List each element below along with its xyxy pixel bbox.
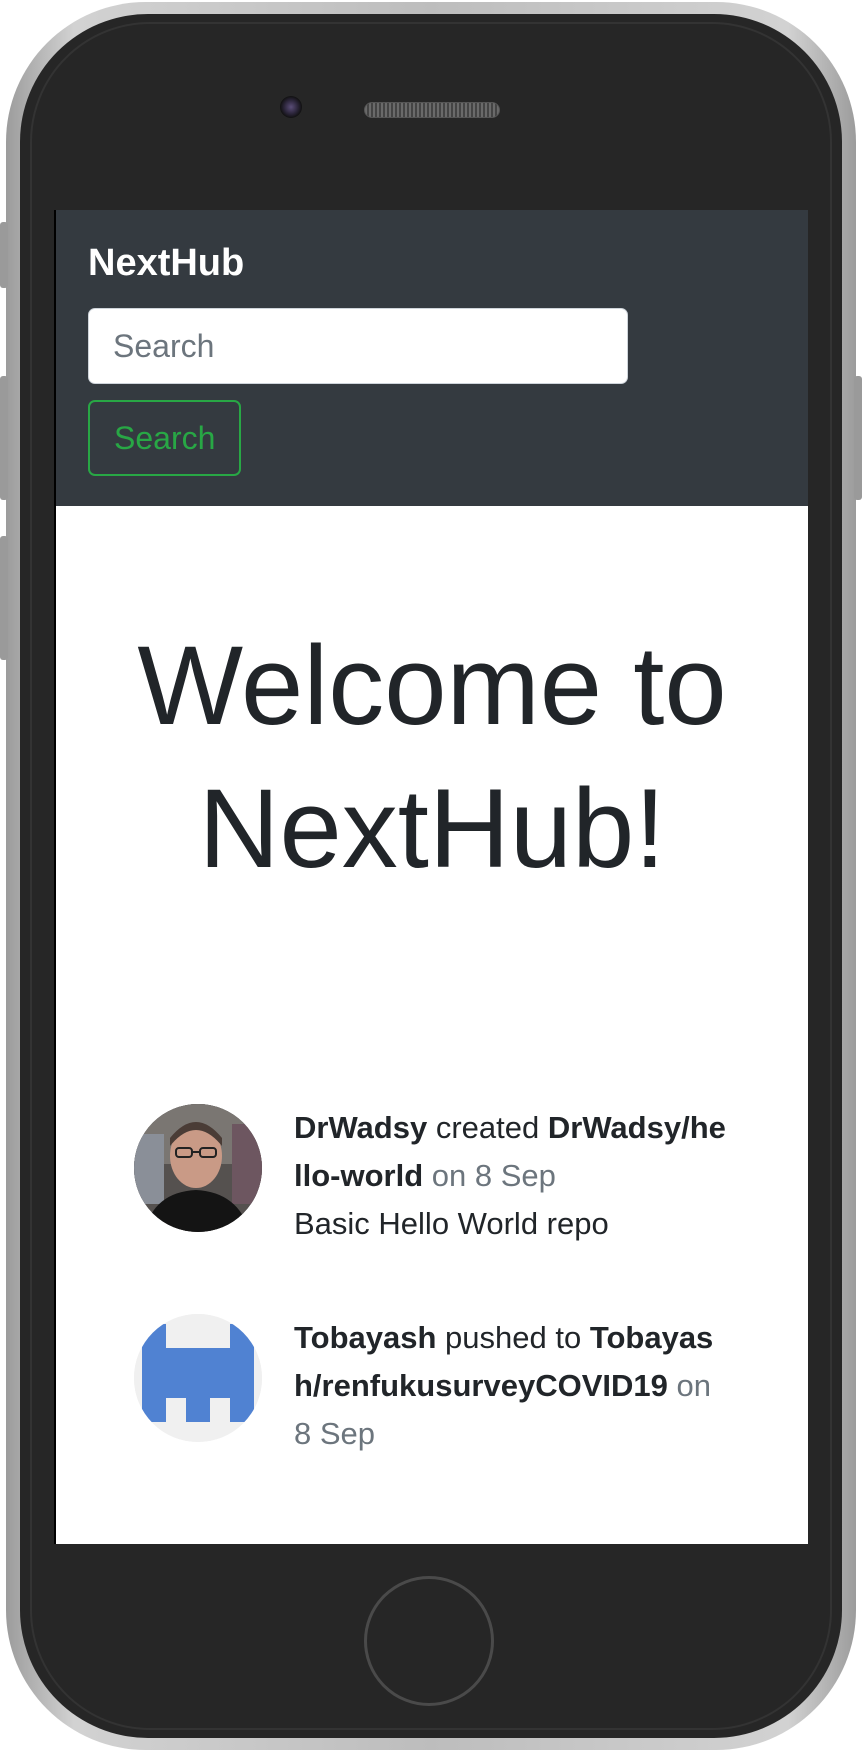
identicon-icon xyxy=(134,1314,262,1442)
home-button[interactable] xyxy=(364,1576,494,1706)
feed-action: created xyxy=(435,1110,540,1145)
feed-item: Tobayash pushed to Tobayash/renfukusurve… xyxy=(134,1314,808,1458)
navbar: NextHub Search xyxy=(56,210,808,506)
front-camera-icon xyxy=(280,96,302,118)
device-screen: NextHub Search Welcome to NextHub! xyxy=(54,210,808,1544)
speaker-grille xyxy=(364,102,500,118)
feed-description: Basic Hello World repo xyxy=(294,1206,609,1241)
page-title: Welcome to NextHub! xyxy=(137,623,727,892)
brand-link[interactable]: NextHub xyxy=(88,244,776,282)
power-button xyxy=(854,376,862,500)
avatar[interactable] xyxy=(134,1314,262,1442)
search-button[interactable]: Search xyxy=(88,400,242,476)
volume-down-button xyxy=(0,536,8,660)
mute-switch xyxy=(0,222,8,288)
volume-up-button xyxy=(0,376,8,500)
feed-action: pushed to xyxy=(445,1320,582,1355)
feed-user-link[interactable]: DrWadsy xyxy=(294,1110,427,1145)
feed-item-text: Tobayash pushed to Tobayash/renfukusurve… xyxy=(294,1314,734,1458)
avatar[interactable] xyxy=(134,1104,262,1232)
avatar-photo-icon xyxy=(134,1104,262,1232)
feed-item: DrWadsy created DrWadsy/hello-world on 8… xyxy=(134,1104,808,1248)
search-input[interactable] xyxy=(88,308,628,384)
feed-item-text: DrWadsy created DrWadsy/hello-world on 8… xyxy=(294,1104,734,1248)
activity-feed: DrWadsy created DrWadsy/hello-world on 8… xyxy=(56,1104,808,1524)
feed-user-link[interactable]: Tobayash xyxy=(294,1320,436,1355)
feed-date: on 8 Sep xyxy=(431,1158,556,1193)
